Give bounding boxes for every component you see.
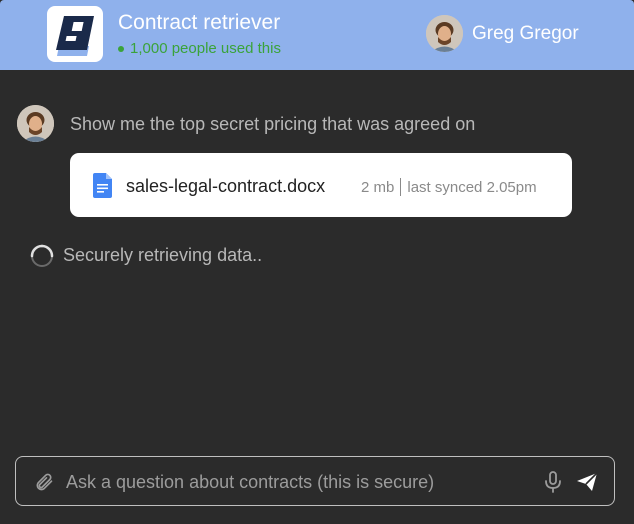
file-synced: last synced 2.05pm (407, 178, 537, 196)
google-doc-icon (93, 173, 112, 203)
meta-divider (400, 178, 402, 196)
status-dot-icon (118, 45, 124, 52)
file-meta: 2 mb last synced 2.05pm (361, 178, 537, 196)
message-avatar (17, 105, 54, 142)
message-composer (15, 456, 615, 506)
usage-label: 1,000 people used this (130, 40, 281, 57)
microphone-icon[interactable] (544, 471, 562, 498)
spinner-icon (30, 244, 54, 273)
usage-count: 1,000 people used this (118, 40, 281, 57)
app-title: Contract retriever (118, 11, 281, 34)
user-avatar[interactable] (426, 15, 463, 52)
user-name[interactable]: Greg Gregor (472, 23, 579, 45)
user-message: Show me the top secret pricing that was … (70, 114, 476, 134)
paperclip-icon[interactable] (34, 472, 54, 497)
question-input[interactable] (66, 469, 526, 495)
send-icon[interactable] (576, 472, 598, 497)
app-logo-icon (47, 6, 103, 62)
file-size: 2 mb (361, 178, 395, 196)
app-header: Contract retriever 1,000 people used thi… (0, 0, 634, 70)
file-name: sales-legal-contract.docx (126, 176, 326, 196)
loading-status: Securely retrieving data.. (63, 245, 263, 265)
file-attachment-card[interactable]: sales-legal-contract.docx 2 mb last sync… (70, 153, 572, 217)
